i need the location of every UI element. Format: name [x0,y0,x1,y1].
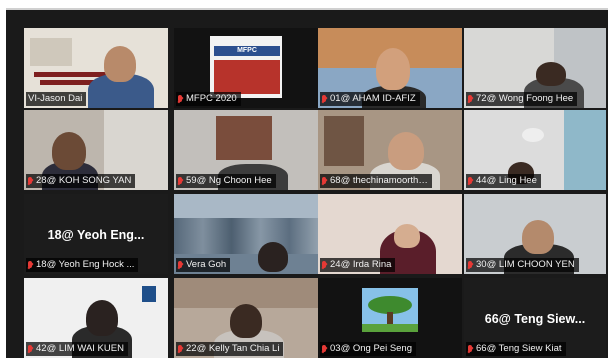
participant-name: 01@ AHAM ID-AFIZ [330,93,416,104]
city-skyline [174,218,318,258]
video-tile[interactable]: 66@ Teng Siew... 66@ Teng Siew Kiat [464,278,606,358]
mic-muted-icon [28,260,33,270]
mfpc-logo-title: MFPC [214,46,280,56]
mfpc-logo-band [214,60,280,94]
participant-name-bar: 01@ AHAM ID-AFIZ [320,92,420,106]
participant-name: 66@ Teng Siew Kiat [476,343,562,354]
participant-name-bar: 66@ Teng Siew Kiat [466,342,566,356]
participant-name-bar: 28@ KOH SONG YAN [26,174,136,188]
participant-name-bar: 59@ Ng Choon Hee [176,174,276,188]
window [564,110,606,190]
participant-name: 28@ KOH SONG YAN [36,175,132,186]
mic-muted-icon [28,176,33,186]
video-tile[interactable]: 22@ Kelly Tan Chia Li [174,278,318,358]
participant-name-bar: 03@ Ong Pei Seng [320,342,417,356]
participant-name: 18@ Yeoh Eng Hock ... [36,259,135,270]
participant-name: VI-Jason Dai [28,93,83,104]
participant-face [376,48,410,90]
mic-muted-icon [322,260,327,270]
wall-logo [142,286,156,302]
video-tile[interactable]: 18@ Yeoh Eng... 18@ Yeoh Eng Hock ... [24,194,168,274]
participant-name: 22@ Kelly Tan Chia Li [186,343,280,354]
participant-face [86,300,118,336]
mic-muted-icon [178,260,183,270]
video-tile[interactable]: VI-Jason Dai [24,28,168,108]
profile-picture-tree [362,288,418,332]
video-tile[interactable]: MFPC MFPC 2020 [174,28,318,108]
video-tile[interactable]: 01@ AHAM ID-AFIZ [318,28,462,108]
mic-muted-icon [322,344,327,354]
participant-name: Vera Goh [186,259,227,270]
video-tile[interactable]: 30@ LIM CHOON YEN [464,194,606,274]
participant-name: 24@ Irda Rina [330,259,392,270]
participant-name-bar: 24@ Irda Rina [320,258,396,272]
participant-face [52,132,86,170]
participant-name-bar: 72@ Wong Foong Hee [466,92,578,106]
mfpc-logo: MFPC [210,36,282,98]
video-gallery: VI-Jason Dai MFPC MFPC 2020 01@ AHAM ID-… [6,8,608,358]
tree-trunk [387,312,393,324]
participant-name: 42@ LIM WAI KUEN [36,343,124,354]
mic-muted-icon [28,344,33,354]
mic-muted-icon [468,260,473,270]
mic-muted-icon [322,176,327,186]
participant-name-bar: 22@ Kelly Tan Chia Li [176,342,284,356]
participant-name: 30@ LIM CHOON YEN [476,259,575,270]
participant-name-center: 66@ Teng Siew... [484,311,586,326]
mic-muted-icon [178,94,183,104]
participant-name-bar: 44@ Ling Hee [466,174,541,188]
participant-name-bar: 30@ LIM CHOON YEN [466,258,579,272]
lamp [522,128,544,142]
participant-name-bar: VI-Jason Dai [26,92,87,106]
video-tile[interactable]: Vera Goh [174,194,318,274]
participant-face [388,132,424,170]
participant-name: 03@ Ong Pei Seng [330,343,413,354]
participant-name-bar: Vera Goh [176,258,231,272]
participant-name: MFPC 2020 [186,93,237,104]
participant-name: 72@ Wong Foong Hee [476,93,574,104]
mic-muted-icon [468,176,473,186]
participant-name: 59@ Ng Choon Hee [186,175,272,186]
participant-name-bar: 18@ Yeoh Eng Hock ... [26,258,139,272]
video-tile[interactable]: 28@ KOH SONG YAN [24,110,168,190]
grass [362,324,418,332]
mic-muted-icon [468,94,473,104]
video-tile[interactable]: 42@ LIM WAI KUEN [24,278,168,358]
video-tile[interactable]: 24@ Irda Rina [318,194,462,274]
participant-face [230,304,262,338]
participant-name: 68@ thechinamoorth… [330,175,428,186]
participant-face [536,62,566,86]
shelf-background [324,116,364,166]
participant-name-bar: 68@ thechinamoorth… [320,174,432,188]
mic-muted-icon [468,344,473,354]
slide-logo [30,38,72,66]
video-tile[interactable]: 59@ Ng Choon Hee [174,110,318,190]
participant-name-center: 18@ Yeoh Eng... [47,227,145,242]
wall-frame [216,116,272,160]
participant-face [394,224,420,248]
participant-face [104,46,136,82]
mic-muted-icon [178,344,183,354]
mic-muted-icon [322,94,327,104]
participant-face [522,220,554,254]
video-tile[interactable]: 72@ Wong Foong Hee [464,28,606,108]
video-tile[interactable]: 68@ thechinamoorth… [318,110,462,190]
participant-name-bar: 42@ LIM WAI KUEN [26,342,128,356]
video-tile[interactable]: 44@ Ling Hee [464,110,606,190]
video-tile[interactable]: 03@ Ong Pei Seng [318,278,462,358]
participant-name-bar: MFPC 2020 [176,92,241,106]
mic-muted-icon [178,176,183,186]
participant-name: 44@ Ling Hee [476,175,537,186]
participant-face [258,242,288,272]
